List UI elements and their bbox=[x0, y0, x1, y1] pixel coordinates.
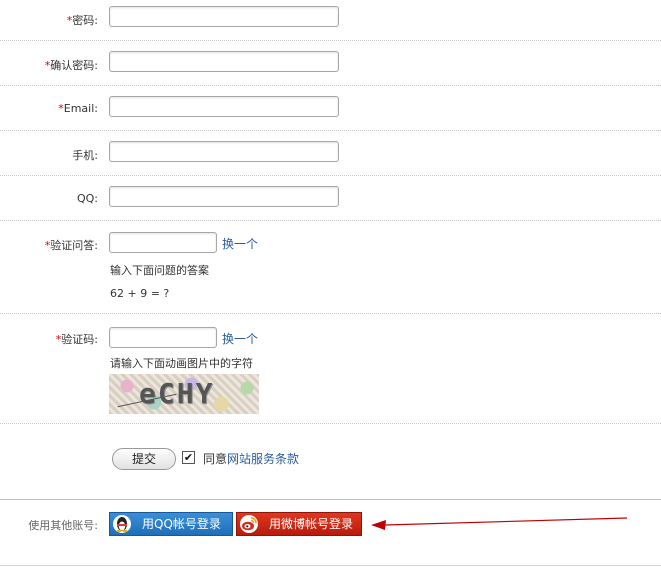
annotation-arrow-icon bbox=[371, 517, 628, 530]
